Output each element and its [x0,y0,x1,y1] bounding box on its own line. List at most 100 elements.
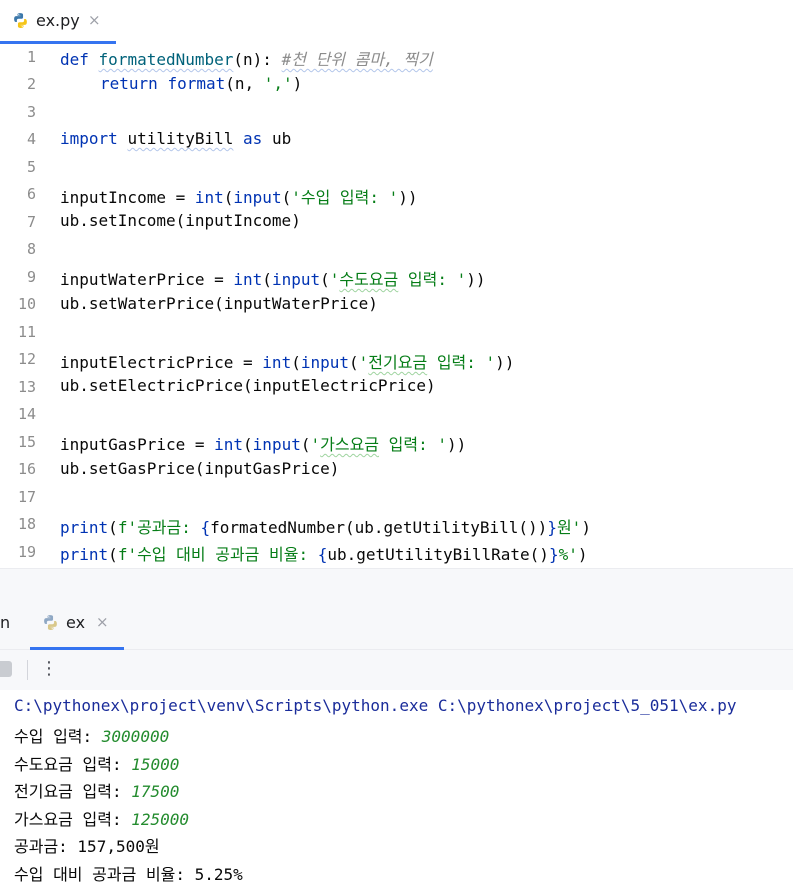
code-editor[interactable]: 1 2 3 4 5 6 7 8 9 10 11 12 13 14 15 16 1… [0,44,793,568]
code-line-16: ub.setGasPrice(inputGasPrice) [60,459,340,478]
string-quote: ' [358,353,369,372]
tab-filename: ex.py [36,11,80,30]
string-literal: '전기요금 입력: ' [359,353,496,372]
builtin-call: input [252,435,301,454]
line-number: 9 [26,268,36,286]
console-user-input: 3000000 [101,727,170,746]
builtin-call: int [214,435,244,454]
toolbar-separator [27,660,28,680]
comment: #천 단위 콤마, 찍기 [281,50,433,69]
line-number: 7 [26,213,36,231]
line-number: 10 [17,295,36,313]
builtin-call: input [300,353,350,372]
console-output-line: 수입 대비 공과금 비율: 5.25% [14,865,243,884]
builtin-call: int [194,188,224,207]
code-line-10: ub.setWaterPrice(inputWaterPrice) [60,294,378,313]
more-options-icon[interactable]: ⋮ [40,658,58,679]
code-text: inputGasPrice = [60,435,215,454]
line-number: 5 [26,158,36,176]
console-output[interactable]: C:\pythonex\project\venv\Scripts\python.… [0,691,793,894]
fstring-brace: { [317,545,328,564]
line-number: 3 [26,103,36,121]
python-run-icon [44,615,57,630]
tab-close-icon[interactable]: × [88,11,101,29]
code-text: ) [292,74,303,93]
code-line-1: def formatedNumber(n): #천 단위 콤마, 찍기 [60,46,433,70]
python-file-icon [14,13,27,28]
editor-tab-bar: ex.py × [0,0,793,45]
builtin-call: input [233,188,282,207]
line-number: 2 [26,75,36,93]
code-text: inputElectricPrice = [60,353,263,372]
tab-ex-py[interactable]: ex.py × [0,0,116,44]
stop-icon[interactable] [0,661,12,677]
console-line: 수입 입력: 3000000 [14,723,169,747]
line-number: 8 [26,240,36,258]
string-quote: ' [329,270,340,289]
code-line-4: import utilityBill as ub [60,129,291,148]
line-number: 18 [17,515,36,533]
fstring-literal: %' [558,545,578,564]
code-text: inputWaterPrice = [60,270,234,289]
fstring-literal: 원' [556,518,582,537]
code-line-15: inputGasPrice = int(input('가스요금 입력: ')) [60,431,466,455]
code-text: )) [495,353,515,372]
console-user-input: 125000 [131,810,190,829]
run-tab-label: ex [66,613,86,632]
code-text: )) [398,188,418,207]
code-text: ( [291,353,301,372]
keyword: return [100,74,158,93]
console-prompt: 수도요금 입력: [14,755,132,774]
fstring-expression: ub.getUtilityBillRate() [327,545,549,564]
string-quote: ' [310,435,321,454]
string-rest: 입력: ' [398,270,467,289]
console-user-input: 15000 [131,755,180,774]
string-literal: '수도요금 입력: ' [330,270,467,289]
string-rest: 입력: ' [427,353,496,372]
fstring-brace: } [547,518,557,537]
line-number: 15 [17,433,36,451]
line-number: 1 [26,48,36,66]
code-text: ) [581,518,591,537]
fstring-literal: f'공과금: [117,518,201,537]
panel-splitter[interactable] [0,568,793,600]
console-line: 전기요금 입력: 17500 [14,778,179,802]
code-text: )) [466,270,486,289]
code-line-9: inputWaterPrice = int(input('수도요금 입력: ')… [60,266,486,290]
code-text: (n): [233,50,272,69]
code-text: )) [447,435,467,454]
builtin-call: print [60,545,109,564]
console-line: 가스요금 입력: 125000 [14,806,189,830]
console-prompt: 가스요금 입력: [14,810,132,829]
fstring-expression: formatedNumber(ub.getUtilityBill()) [210,518,548,537]
code-text: (n, [225,74,264,93]
code-text: ( [262,270,272,289]
line-number: 16 [17,460,36,478]
run-tool-window-header: n ex × [0,599,793,650]
run-label-partial[interactable]: n [0,613,10,632]
code-line-7: ub.setIncome(inputIncome) [60,211,301,230]
console-prompt: 수입 입력: [14,727,102,746]
console-command-line: C:\pythonex\project\venv\Scripts\python.… [14,696,737,715]
run-tab-close-icon[interactable]: × [96,613,109,631]
console-line: 수도요금 입력: 15000 [14,751,179,775]
code-text: ( [223,188,234,207]
module-name: utilityBill [127,129,234,148]
code-line-6: inputIncome = int(input('수입 입력: ')) [60,184,418,208]
fstring-literal: f'수입 대비 공과금 비율: [117,545,318,564]
line-number: 13 [17,378,36,396]
module-alias: ub [271,129,292,148]
code-line-18: print(f'공과금: {formatedNumber(ub.getUtili… [60,514,591,538]
string-literal: '가스요금 입력: ' [310,435,447,454]
fstring-brace: { [200,518,211,537]
builtin-call: print [60,518,109,537]
keyword: def [60,50,89,69]
code-text: ( [349,353,359,372]
code-text: ( [320,270,330,289]
fstring-brace: } [548,545,559,564]
string-word: 수도요금 [339,270,399,289]
code-line-2: return format(n, ',') [100,74,302,93]
builtin-call: int [262,353,292,372]
keyword: import [60,129,118,148]
run-tab-ex[interactable]: ex × [30,599,124,650]
